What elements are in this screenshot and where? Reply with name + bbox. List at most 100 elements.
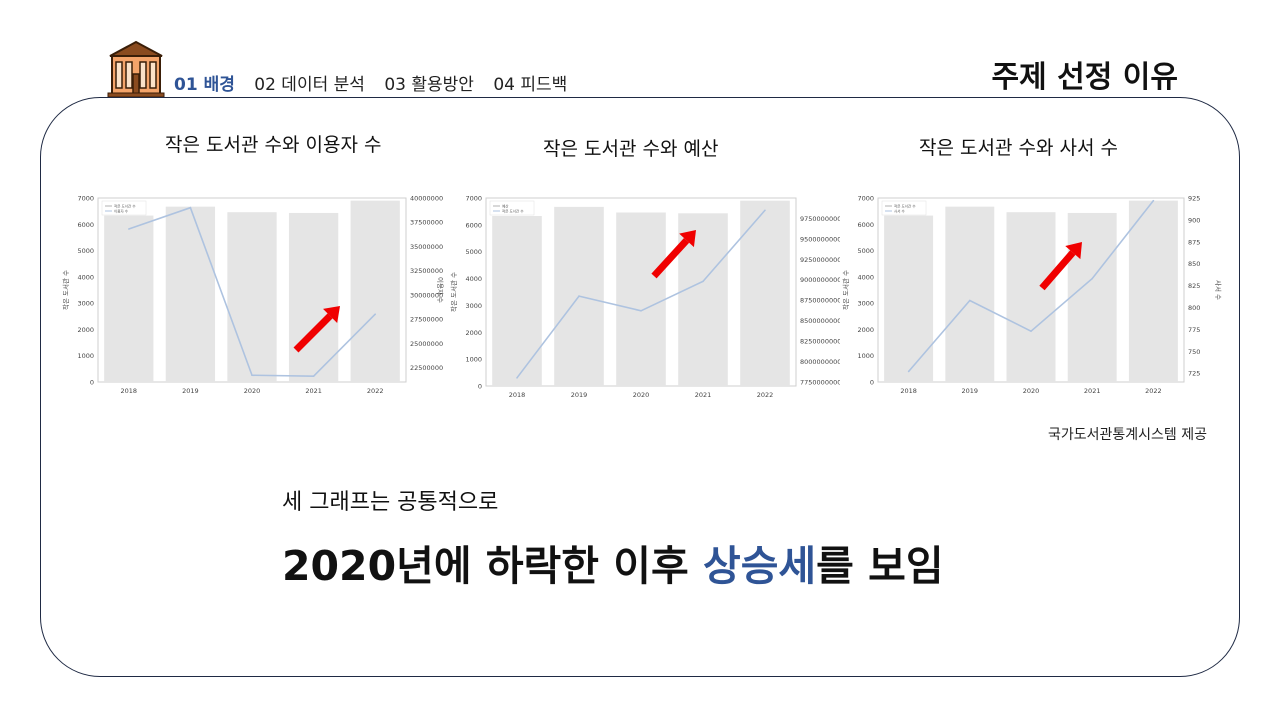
line-point-2019 bbox=[189, 206, 192, 209]
y-tick-label: 0 bbox=[478, 383, 482, 391]
y-tick-label: 4000 bbox=[465, 275, 482, 283]
y2-tick-label: 82500000000 bbox=[800, 338, 840, 346]
y-tick-label: 1000 bbox=[465, 356, 482, 364]
bar-2020 bbox=[616, 212, 666, 386]
y-tick-label: 3000 bbox=[857, 300, 874, 308]
y2-tick-label: 875 bbox=[1188, 238, 1200, 246]
y-tick-label: 7000 bbox=[77, 195, 94, 203]
y-tick-label: 6000 bbox=[857, 221, 874, 229]
bar-2018 bbox=[492, 215, 542, 386]
y2-tick-label: 80000000000 bbox=[800, 358, 840, 366]
y2-tick-label: 87500000000 bbox=[800, 297, 840, 305]
x-tick-label: 2022 bbox=[1145, 387, 1162, 395]
y-tick-label: 3000 bbox=[465, 302, 482, 310]
bar-2022 bbox=[740, 200, 790, 386]
y-tick-label: 6000 bbox=[465, 221, 482, 229]
line-point-2019 bbox=[578, 295, 580, 297]
y2-tick-label: 27500000 bbox=[410, 316, 443, 324]
y-tick-label: 1000 bbox=[77, 352, 94, 360]
y2-tick-label: 85000000000 bbox=[800, 317, 840, 325]
line-point-2022 bbox=[1152, 199, 1155, 202]
legend-label: 작은 도서관 수 bbox=[502, 209, 524, 214]
y2-tick-label: 95000000000 bbox=[800, 235, 840, 243]
x-tick-label: 2021 bbox=[1084, 387, 1101, 395]
x-tick-label: 2022 bbox=[757, 391, 774, 399]
y2-tick-label: 40000000 bbox=[410, 195, 443, 203]
x-tick-label: 2018 bbox=[900, 387, 917, 395]
y2-tick-label: 825 bbox=[1188, 282, 1200, 290]
library-logo-icon bbox=[107, 40, 165, 98]
bar-2021 bbox=[288, 212, 339, 382]
y2-tick-label: 775 bbox=[1188, 326, 1200, 334]
y2-tick-label: 90000000000 bbox=[800, 276, 840, 284]
y-tick-label: 5000 bbox=[77, 247, 94, 255]
line-point-2019 bbox=[969, 299, 971, 302]
x-tick-label: 2018 bbox=[509, 391, 526, 399]
line-point-2018 bbox=[516, 377, 518, 379]
line-point-2022 bbox=[764, 209, 766, 212]
y2-tick-label: 97500000000 bbox=[800, 215, 840, 223]
x-tick-label: 2022 bbox=[367, 387, 384, 395]
y-tick-label: 2000 bbox=[77, 326, 94, 334]
x-tick-label: 2020 bbox=[1023, 387, 1040, 395]
y-tick-label: 7000 bbox=[465, 195, 482, 203]
summary-line-1: 세 그래프는 공통적으로 bbox=[282, 490, 499, 515]
y-tick-label: 5000 bbox=[857, 247, 874, 255]
page-title: 주제 선정 이유 bbox=[991, 60, 1179, 95]
chart-title-users: 작은 도서관 수와 이용자 수 bbox=[165, 134, 382, 156]
y2-tick-label: 800 bbox=[1188, 304, 1200, 312]
line-point-2020 bbox=[1030, 330, 1032, 332]
y2-tick-label: 35000000 bbox=[410, 243, 443, 251]
chart-budget: 0 1000 2000 3000 4000 5000 6000 7000 77500000000… bbox=[449, 195, 840, 400]
y2-axis-label: 이용자 수 bbox=[436, 277, 445, 303]
y-tick-label: 0 bbox=[90, 379, 94, 387]
x-tick-label: 2021 bbox=[305, 387, 322, 395]
x-tick-label: 2019 bbox=[182, 387, 199, 395]
bar-2019 bbox=[165, 206, 216, 382]
bar-2018 bbox=[884, 215, 934, 382]
y-axis-label: 작은 도서관 수 bbox=[61, 270, 70, 310]
x-tick-label: 2019 bbox=[571, 391, 588, 399]
line-point-2020 bbox=[251, 374, 253, 377]
y2-tick-label: 32500000 bbox=[410, 267, 443, 275]
nav-item-feedback[interactable]: 04 피드백 bbox=[493, 75, 567, 95]
y-tick-label: 0 bbox=[870, 379, 874, 387]
line-point-2021 bbox=[702, 280, 704, 283]
y-tick-label: 1000 bbox=[857, 352, 874, 360]
y2-tick-label: 25000000 bbox=[410, 340, 443, 348]
summary-line-2: 2020년에 하락한 이후 상승세를 보임 bbox=[282, 532, 944, 592]
x-tick-label: 2018 bbox=[121, 387, 138, 395]
nav-item-background[interactable]: 01 배경 bbox=[174, 75, 235, 95]
y-tick-label: 6000 bbox=[77, 221, 94, 229]
y2-tick-label: 725 bbox=[1188, 370, 1200, 378]
bar-2019 bbox=[945, 206, 995, 382]
data-source-note: 국가도서관통계시스템 제공 bbox=[1047, 427, 1207, 443]
y-tick-label: 2000 bbox=[857, 326, 874, 334]
y2-tick-label: 37500000 bbox=[410, 219, 443, 227]
legend-label: 이용자 수 bbox=[114, 209, 129, 214]
nav-item-data-analysis[interactable]: 02 데이터 분석 bbox=[254, 75, 365, 95]
chart-title-librarians: 작은 도서관 수와 사서 수 bbox=[919, 137, 1118, 159]
line-point-2020 bbox=[640, 310, 642, 312]
bar-2018 bbox=[104, 215, 154, 382]
x-tick-label: 2020 bbox=[244, 387, 261, 395]
y-tick-label: 4000 bbox=[77, 273, 94, 281]
bar-2021 bbox=[1067, 212, 1117, 382]
legend-label: 사서 수 bbox=[894, 209, 906, 214]
y2-tick-label: 925 bbox=[1188, 195, 1200, 203]
y2-tick-label: 850 bbox=[1188, 260, 1200, 268]
line-point-2018 bbox=[128, 228, 130, 230]
nav-item-usage-plan[interactable]: 03 활용방안 bbox=[384, 75, 474, 95]
y2-tick-label: 900 bbox=[1188, 216, 1200, 224]
y-tick-label: 5000 bbox=[465, 248, 482, 256]
x-tick-label: 2021 bbox=[695, 391, 712, 399]
y2-tick-label: 750 bbox=[1188, 348, 1200, 356]
y-tick-label: 7000 bbox=[857, 195, 874, 203]
bar-2022 bbox=[350, 200, 400, 382]
y-tick-label: 3000 bbox=[77, 300, 94, 308]
legend-label: 작은 도서관 수 bbox=[114, 204, 136, 209]
y2-tick-label: 77500000000 bbox=[800, 378, 840, 386]
chart-title-budget: 작은 도서관 수와 예산 bbox=[543, 138, 719, 160]
legend-label: 작은 도서관 수 bbox=[894, 204, 916, 209]
bar-2022 bbox=[1128, 200, 1178, 382]
